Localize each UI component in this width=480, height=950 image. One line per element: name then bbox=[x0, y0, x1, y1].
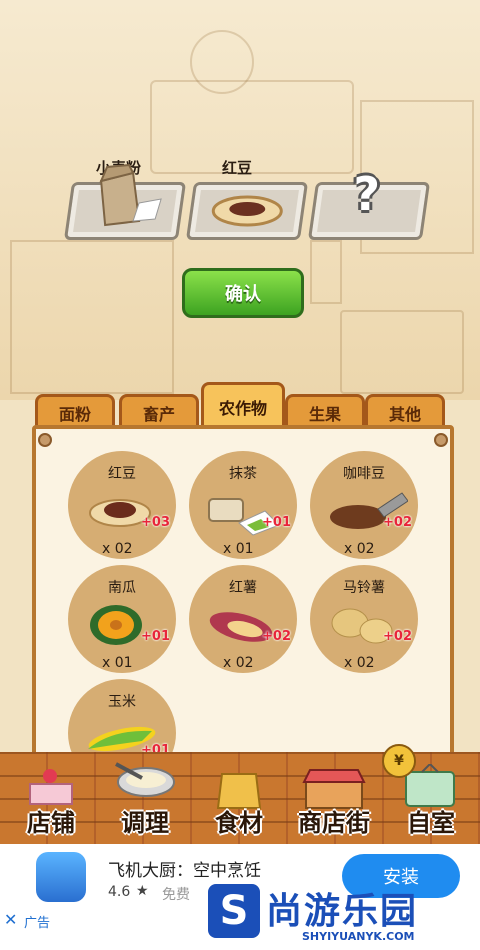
watermark-url: SHYIYUANYK.COM bbox=[302, 930, 415, 943]
quantity-label: x 02 bbox=[344, 541, 375, 557]
bonus-label: +01 bbox=[262, 515, 291, 530]
bonus-label: +02 bbox=[383, 515, 412, 530]
ad-banner: 飞机大厨：空中烹饪 4.6 ★ 免费 安装 ✕ 广告 S 尚游乐园 SHYIYU… bbox=[0, 844, 480, 950]
item-sweet-potato[interactable]: 红薯 +02 x 02 bbox=[189, 565, 297, 673]
item-name: 抹茶 bbox=[229, 466, 257, 482]
question-mark-icon: ? bbox=[353, 167, 381, 221]
nav-label: 商店街 bbox=[298, 809, 370, 837]
item-name: 红豆 bbox=[108, 466, 136, 482]
tab-other[interactable]: 其他 bbox=[365, 394, 445, 429]
bonus-label: +02 bbox=[262, 629, 291, 644]
ingredient-slot-2[interactable] bbox=[185, 182, 309, 240]
ad-price: 免费 bbox=[162, 887, 190, 903]
quantity-label: x 02 bbox=[344, 655, 375, 671]
app-icon[interactable] bbox=[36, 852, 86, 902]
tab-flour[interactable]: 面粉 bbox=[35, 394, 115, 429]
ingredient-panel: 红豆 +03 x 02 抹茶 +01 x 01 咖啡豆 +02 x 02 南瓜 bbox=[32, 425, 454, 763]
ingredient-slot-1[interactable] bbox=[63, 163, 187, 240]
ad-rating: 4.6 bbox=[108, 884, 131, 900]
sink-sketch bbox=[10, 240, 174, 394]
item-name: 马铃薯 bbox=[343, 580, 385, 596]
quantity-label: x 01 bbox=[102, 655, 133, 671]
matcha-icon bbox=[208, 498, 280, 536]
item-name: 玉米 bbox=[108, 694, 136, 710]
switch-sketch bbox=[310, 240, 342, 304]
item-pumpkin[interactable]: 南瓜 +01 x 01 bbox=[68, 565, 176, 673]
bonus-label: +03 bbox=[141, 515, 170, 530]
cake-icon bbox=[29, 769, 73, 805]
bottom-navigation: ¥ 店铺 调理 食材 商店街 自室 bbox=[0, 744, 480, 844]
lamp-sketch bbox=[190, 30, 254, 94]
ad-close-button[interactable]: ✕ bbox=[4, 910, 17, 929]
item-coffee-bean[interactable]: 咖啡豆 +02 x 02 bbox=[310, 451, 418, 559]
nav-label: 调理 bbox=[121, 809, 169, 837]
tab-livestock[interactable]: 畜产 bbox=[119, 394, 199, 429]
nav-shop[interactable]: 店铺 bbox=[6, 756, 96, 842]
item-name: 红薯 bbox=[229, 580, 257, 596]
nav-ingredients[interactable]: 食材 bbox=[194, 756, 284, 842]
star-icon: ★ bbox=[136, 883, 149, 899]
red-bean-plate-icon bbox=[211, 195, 283, 227]
item-name: 咖啡豆 bbox=[343, 466, 385, 482]
watermark-text: 尚游乐园 bbox=[266, 891, 419, 932]
tab-crops[interactable]: 农作物 bbox=[201, 382, 285, 429]
item-matcha[interactable]: 抹茶 +01 x 01 bbox=[189, 451, 297, 559]
nav-label: 店铺 bbox=[27, 809, 75, 837]
item-red-bean[interactable]: 红豆 +03 x 02 bbox=[68, 451, 176, 559]
tab-fruit[interactable]: 生果 bbox=[285, 394, 365, 429]
category-tabs: 面粉 畜产 农作物 生果 其他 bbox=[35, 382, 445, 429]
bonus-label: +02 bbox=[383, 629, 412, 644]
pin-icon bbox=[38, 433, 52, 447]
coin-badge-icon[interactable]: ¥ bbox=[382, 744, 416, 778]
bonus-label: +01 bbox=[141, 629, 170, 644]
quantity-label: x 02 bbox=[223, 655, 254, 671]
quantity-label: x 01 bbox=[223, 541, 254, 557]
ad-app-name[interactable]: 飞机大厨：空中烹饪 bbox=[108, 856, 261, 881]
slot-label-2: 红豆 bbox=[222, 159, 253, 177]
watermark-logo-icon: S bbox=[208, 884, 260, 938]
confirm-button[interactable]: 确认 bbox=[182, 268, 304, 318]
quantity-label: x 02 bbox=[102, 541, 133, 557]
ad-tag: 广告 bbox=[24, 916, 51, 931]
item-name: 南瓜 bbox=[108, 580, 136, 596]
nav-cooking[interactable]: 调理 bbox=[100, 756, 190, 842]
flour-bag-icon bbox=[99, 163, 162, 227]
item-corn[interactable]: 玉米 +01 bbox=[68, 679, 176, 759]
nav-label: 自室 bbox=[407, 809, 455, 837]
pin-icon bbox=[434, 433, 448, 447]
nav-shopping-street[interactable]: 商店街 bbox=[286, 756, 382, 842]
item-potato[interactable]: 马铃薯 +02 x 02 bbox=[310, 565, 418, 673]
nav-label: 食材 bbox=[215, 809, 263, 837]
mixing-bowl-icon bbox=[115, 762, 175, 797]
ingredient-slot-3[interactable]: ? bbox=[307, 167, 431, 240]
